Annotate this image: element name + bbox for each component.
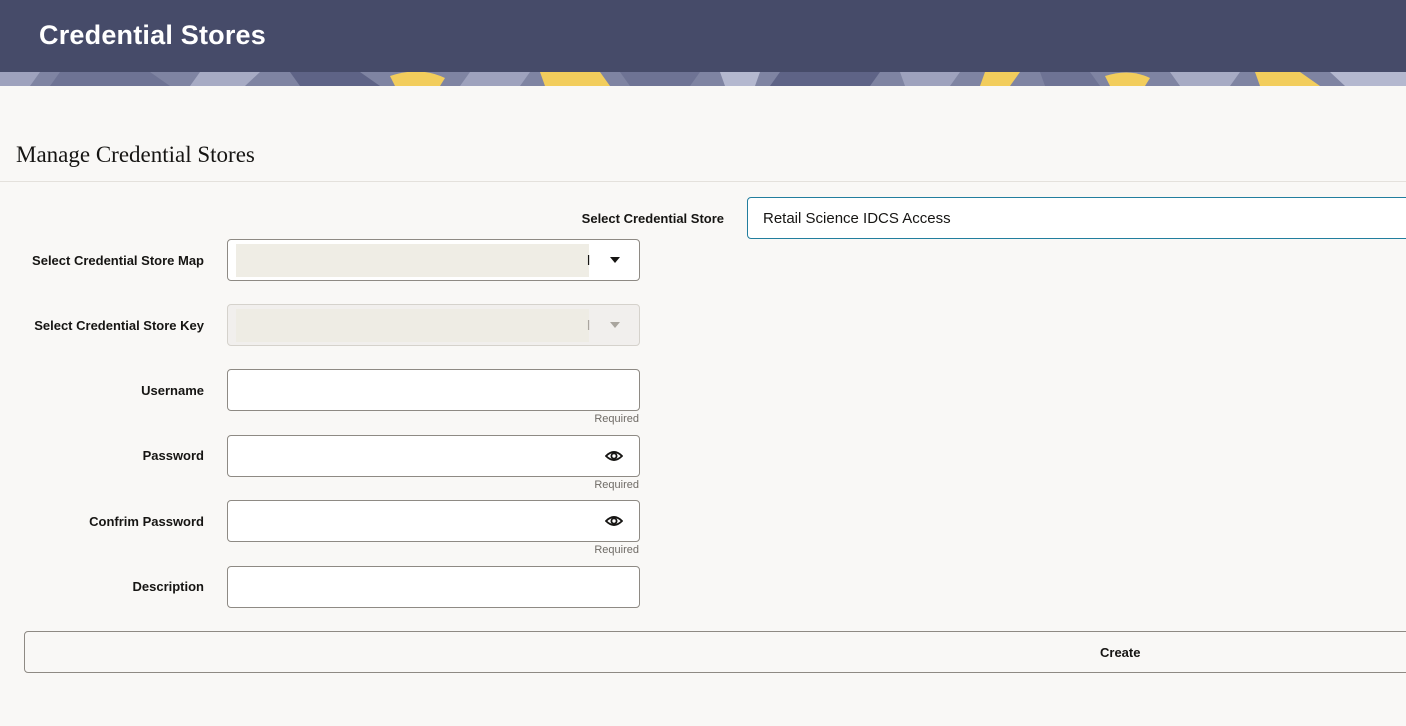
confirm-password-required-hint: Required <box>594 544 639 556</box>
create-button-label: Create <box>1100 645 1141 660</box>
credential-store-map-label: Select Credential Store Map <box>32 253 204 268</box>
password-required-hint: Required <box>594 479 639 491</box>
password-label: Password <box>142 448 204 463</box>
page-title: Manage Credential Stores <box>16 142 255 167</box>
username-label: Username <box>141 383 204 398</box>
username-input[interactable] <box>228 370 639 410</box>
redacted-value <box>236 244 589 277</box>
confirm-password-field[interactable] <box>227 500 640 542</box>
redacted-value <box>236 309 589 342</box>
confirm-password-label: Confrim Password <box>89 514 204 529</box>
description-input[interactable] <box>228 567 639 607</box>
create-button[interactable]: Create <box>24 631 1406 673</box>
eye-icon[interactable] <box>605 448 623 464</box>
credential-store-key-select: l <box>227 304 640 346</box>
credential-store-key-value-tail: l <box>587 317 591 333</box>
title-divider <box>0 181 1406 182</box>
chevron-down-icon[interactable] <box>610 257 620 263</box>
password-input[interactable] <box>228 436 639 476</box>
header-decorative-band <box>0 72 1406 86</box>
credential-store-select[interactable]: Retail Science IDCS Access <box>747 197 1406 239</box>
chevron-down-icon <box>610 322 620 328</box>
credential-store-value: Retail Science IDCS Access <box>763 210 951 227</box>
password-field[interactable] <box>227 435 640 477</box>
description-field[interactable] <box>227 566 640 608</box>
eye-icon[interactable] <box>605 513 623 529</box>
credential-store-key-label: Select Credential Store Key <box>34 318 204 333</box>
credential-store-map-value-tail: l <box>587 252 591 268</box>
confirm-password-input[interactable] <box>228 501 639 541</box>
header-title: Credential Stores <box>39 20 266 50</box>
description-label: Description <box>132 579 204 594</box>
credential-store-label: Select Credential Store <box>581 211 724 226</box>
credential-store-map-select[interactable]: l <box>227 239 640 281</box>
page-header: Credential Stores <box>0 0 1406 86</box>
username-required-hint: Required <box>594 413 639 425</box>
username-field[interactable] <box>227 369 640 411</box>
